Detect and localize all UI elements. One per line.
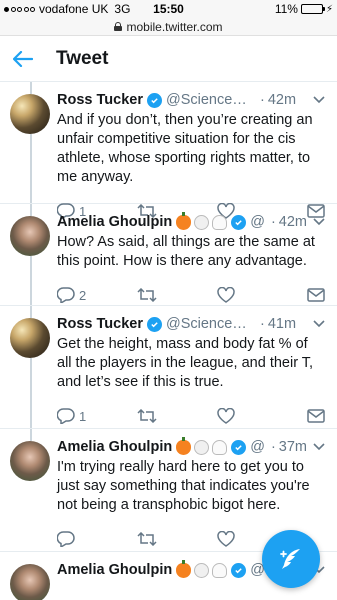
chevron-down-icon[interactable] xyxy=(311,214,327,230)
direct-message-icon xyxy=(307,288,325,302)
url-bar[interactable]: mobile.twitter.com xyxy=(0,18,337,36)
reply-button[interactable]: 2 xyxy=(57,287,137,303)
avatar[interactable] xyxy=(10,94,50,134)
retweet-button[interactable] xyxy=(137,532,217,546)
retweet-icon xyxy=(137,532,157,546)
chevron-down-icon[interactable] xyxy=(311,316,327,332)
reply-icon xyxy=(57,408,75,424)
timestamp[interactable]: 37m xyxy=(279,439,307,455)
avatar[interactable] xyxy=(10,216,50,256)
reply-icon xyxy=(57,287,75,303)
tweet-text: And if you don’t, then you’re creating a… xyxy=(57,112,313,185)
author-name[interactable]: Amelia Ghoulpin xyxy=(57,562,172,578)
retweet-button[interactable] xyxy=(137,409,217,423)
verified-icon xyxy=(231,214,247,230)
tweet-item[interactable]: Ross Tucker @ScienceofSport · 42m And if… xyxy=(0,82,337,219)
status-bar: vodafone UK 3G 15:50 11% ⚡ xyxy=(0,0,337,18)
verified-icon xyxy=(231,439,247,455)
pumpkin-icon xyxy=(176,436,192,455)
skull-icon xyxy=(194,562,210,578)
charging-icon: ⚡ xyxy=(325,3,333,15)
avatar[interactable] xyxy=(10,318,50,358)
tweet-item[interactable]: Ross Tucker @ScienceofSport · 41m Get th… xyxy=(0,306,337,429)
compose-feather-icon xyxy=(280,549,300,569)
compose-tweet-button[interactable] xyxy=(262,530,320,588)
timestamp[interactable]: 42m xyxy=(279,214,307,230)
reply-button[interactable] xyxy=(57,531,137,547)
reply-icon xyxy=(57,531,75,547)
page-title: Tweet xyxy=(56,47,109,69)
timestamp[interactable]: 42m xyxy=(268,92,296,108)
avatar[interactable] xyxy=(10,564,50,600)
author-handle[interactable]: @ xyxy=(250,439,265,455)
like-icon xyxy=(217,408,235,424)
direct-message-icon xyxy=(307,409,325,423)
skull-icon xyxy=(194,214,210,230)
author-name[interactable]: Ross Tucker xyxy=(57,316,143,332)
reply-count: 1 xyxy=(79,408,87,424)
battery-percent: 11% xyxy=(274,2,298,16)
reply-count: 2 xyxy=(79,287,87,303)
author-handle[interactable]: @ScienceofSport xyxy=(166,316,254,332)
author-name[interactable]: Amelia Ghoulpin xyxy=(57,214,172,230)
ghost-icon xyxy=(212,562,228,578)
chevron-down-icon[interactable] xyxy=(311,439,327,455)
lock-icon xyxy=(114,22,123,31)
signal-strength-icon xyxy=(4,6,35,12)
ghost-icon xyxy=(212,439,228,455)
network-type: 3G xyxy=(114,2,131,16)
retweet-icon xyxy=(137,288,157,302)
avatar[interactable] xyxy=(10,441,50,481)
tweet-text: How? As said, all things are the same at… xyxy=(57,234,315,269)
direct-message-button[interactable] xyxy=(307,409,325,423)
verified-icon xyxy=(231,562,247,578)
battery-icon xyxy=(300,4,325,14)
timestamp[interactable]: 41m xyxy=(268,316,296,332)
app-header: Tweet xyxy=(0,36,337,82)
retweet-icon xyxy=(137,409,157,423)
verified-icon xyxy=(146,316,162,332)
pumpkin-icon xyxy=(176,211,192,230)
author-name[interactable]: Ross Tucker xyxy=(57,92,143,108)
direct-message-button[interactable] xyxy=(307,288,325,302)
reply-button[interactable]: 1 xyxy=(57,408,137,424)
verified-icon xyxy=(146,92,162,108)
retweet-button[interactable] xyxy=(137,288,217,302)
tweet-text: Get the height, mass and body fat % of a… xyxy=(57,336,314,390)
like-icon xyxy=(217,531,235,547)
carrier-name: vodafone UK xyxy=(39,2,109,16)
author-name[interactable]: Amelia Ghoulpin xyxy=(57,439,172,455)
ghost-icon xyxy=(212,214,228,230)
like-icon xyxy=(217,287,235,303)
skull-icon xyxy=(194,439,210,455)
like-button[interactable] xyxy=(217,287,297,303)
tweet-item[interactable]: Amelia Ghoulpin @ · 42m How? As said, al… xyxy=(0,204,337,306)
pumpkin-icon xyxy=(176,559,192,578)
like-button[interactable] xyxy=(217,408,297,424)
author-handle[interactable]: @ xyxy=(250,214,265,230)
back-arrow-icon[interactable] xyxy=(12,48,34,70)
url-text: mobile.twitter.com xyxy=(126,19,223,34)
author-handle[interactable]: @ScienceofSport xyxy=(166,92,254,108)
chevron-down-icon[interactable] xyxy=(311,92,327,108)
tweet-text: I'm trying really hard here to get you t… xyxy=(57,459,310,513)
